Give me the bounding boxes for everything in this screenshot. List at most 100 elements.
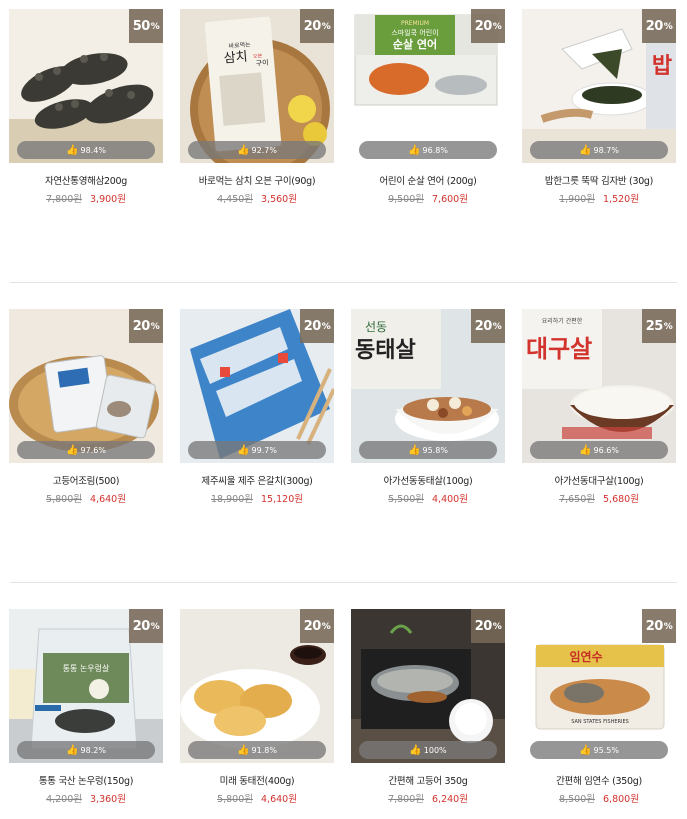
section-divider xyxy=(10,582,677,583)
svg-text:임연수: 임연수 xyxy=(569,649,602,664)
original-price: 18,900원 xyxy=(211,494,253,505)
sale-price: 3,560원 xyxy=(261,194,297,205)
like-rating: 👍 99.7% xyxy=(188,441,326,459)
product-title[interactable]: 바로먹는 삼치 오븐 구이(90g) xyxy=(180,173,334,187)
price-line: 5,800원 4,640원 xyxy=(180,791,334,805)
like-rating: 👍 100% xyxy=(359,741,497,759)
like-rating: 👍 97.6% xyxy=(17,441,155,459)
like-rating: 👍 95.8% xyxy=(359,441,497,459)
product-image[interactable]: PREMIUM 스마일쿡 어린이 순살 연어 20% 👍 96.8% xyxy=(351,9,505,163)
original-price: 4,450원 xyxy=(217,194,253,205)
thumbs-up-icon: 👍 xyxy=(579,744,592,756)
original-price: 5,800원 xyxy=(46,494,82,505)
sale-price: 1,520원 xyxy=(603,194,639,205)
product-image[interactable]: 20% 👍 99.7% xyxy=(180,309,334,463)
product-title[interactable]: 간편해 임연수 (350g) xyxy=(522,773,676,787)
like-rating: 👍 91.8% xyxy=(188,741,326,759)
sale-price: 4,640원 xyxy=(261,794,297,805)
thumbs-up-icon: 👍 xyxy=(579,444,592,456)
svg-text:동태살: 동태살 xyxy=(355,338,416,363)
discount-badge: 20% xyxy=(471,609,505,643)
discount-badge: 20% xyxy=(642,609,676,643)
product-title[interactable]: 미래 동태전(400g) xyxy=(180,773,334,787)
sale-price: 15,120원 xyxy=(261,494,303,505)
product-image[interactable]: 요리하기 간편한 대구살 25% 👍 96.6% xyxy=(522,309,676,463)
product-title[interactable]: 간편해 고등어 350g xyxy=(351,773,505,787)
original-price: 5,500원 xyxy=(388,494,424,505)
product-image[interactable]: 20% 👍 97.6% xyxy=(9,309,163,463)
product-title[interactable]: 통통 국산 논우렁(150g) xyxy=(9,773,163,787)
svg-text:스마일쿡 어린이: 스마일쿡 어린이 xyxy=(391,28,438,37)
original-price: 8,500원 xyxy=(559,794,595,805)
discount-badge: 20% xyxy=(129,609,163,643)
svg-text:순살 연어: 순살 연어 xyxy=(393,37,437,51)
thumbs-up-icon: 👍 xyxy=(408,144,421,156)
like-rating: 👍 98.4% xyxy=(17,141,155,159)
product-title[interactable]: 아가선동동태살(100g) xyxy=(351,473,505,487)
original-price: 5,800원 xyxy=(217,794,253,805)
product-title[interactable]: 밥한그릇 뚝딱 김자반 (30g) xyxy=(522,173,676,187)
product-title[interactable]: 어린이 순살 연어 (200g) xyxy=(351,173,505,187)
sale-price: 6,240원 xyxy=(432,794,468,805)
thumbs-up-icon: 👍 xyxy=(237,444,250,456)
sale-price: 4,400원 xyxy=(432,494,468,505)
discount-badge: 20% xyxy=(471,9,505,43)
price-line: 9,500원 7,600원 xyxy=(351,191,505,205)
like-rating: 👍 92.7% xyxy=(188,141,326,159)
product-image[interactable]: 바로먹는 삼치 오븐 구이 20% 👍 92.7% xyxy=(180,9,334,163)
price-line: 5,500원 4,400원 xyxy=(351,491,505,505)
product-title[interactable]: 제주씨울 제주 은갈치(300g) xyxy=(180,473,334,487)
svg-text:대구살: 대구살 xyxy=(526,335,592,363)
like-rating: 👍 96.8% xyxy=(359,141,497,159)
thumbs-up-icon: 👍 xyxy=(237,144,250,156)
thumbs-up-icon: 👍 xyxy=(237,744,250,756)
thumbs-up-icon: 👍 xyxy=(66,744,79,756)
product-image[interactable]: 통통 논우렁살 20% 👍 98.2% xyxy=(9,609,163,763)
like-rating: 👍 96.6% xyxy=(530,441,668,459)
discount-badge: 20% xyxy=(300,309,334,343)
discount-badge: 20% xyxy=(300,9,334,43)
thumbs-up-icon: 👍 xyxy=(66,144,79,156)
thumbs-up-icon: 👍 xyxy=(409,744,422,756)
price-line: 18,900원 15,120원 xyxy=(180,491,334,505)
svg-text:선동: 선동 xyxy=(365,320,387,334)
price-line: 7,800원 3,900원 xyxy=(9,191,163,205)
like-rating: 👍 95.5% xyxy=(530,741,668,759)
sale-price: 7,600원 xyxy=(432,194,468,205)
product-row-2: 20% 👍 97.6% 고등어조림(500) 5,800원 4,640원 20% 👍… xyxy=(0,309,687,519)
product-title[interactable]: 자연산통영해삼200g xyxy=(9,173,163,187)
sale-price: 5,680원 xyxy=(603,494,639,505)
original-price: 7,800원 xyxy=(388,794,424,805)
price-line: 7,800원 6,240원 xyxy=(351,791,505,805)
svg-text:구이: 구이 xyxy=(255,58,269,68)
original-price: 7,650원 xyxy=(559,494,595,505)
product-title[interactable]: 아가선동대구살(100g) xyxy=(522,473,676,487)
original-price: 9,500원 xyxy=(388,194,424,205)
discount-badge: 20% xyxy=(129,309,163,343)
discount-badge: 20% xyxy=(471,309,505,343)
product-row-1: 50% 👍 98.4% 자연산통영해삼200g 7,800원 3,900원 바로먹는… xyxy=(0,9,687,219)
sale-price: 3,900원 xyxy=(90,194,126,205)
sale-price: 4,640원 xyxy=(90,494,126,505)
sale-price: 3,360원 xyxy=(90,794,126,805)
product-row-3: 통통 논우렁살 20% 👍 98.2% 통통 국산 논우렁(150g) 4,200… xyxy=(0,609,687,819)
svg-text:통통 논우렁살: 통통 논우렁살 xyxy=(63,664,110,673)
svg-text:요리하기 간편한: 요리하기 간편한 xyxy=(542,317,583,325)
svg-text:밥: 밥 xyxy=(652,54,672,79)
product-image[interactable]: 임연수 SAN STATES FISHERIES 20% 👍 95.5% xyxy=(522,609,676,763)
price-line: 4,450원 3,560원 xyxy=(180,191,334,205)
product-image[interactable]: 선동 동태살 20% 👍 95.8% xyxy=(351,309,505,463)
like-rating: 👍 98.7% xyxy=(530,141,668,159)
product-image[interactable]: 20% 👍 91.8% xyxy=(180,609,334,763)
price-line: 4,200원 3,360원 xyxy=(9,791,163,805)
svg-text:삼치: 삼치 xyxy=(223,50,248,67)
svg-text:SAN STATES FISHERIES: SAN STATES FISHERIES xyxy=(571,719,629,725)
product-image[interactable]: 밥 20% 👍 98.7% xyxy=(522,9,676,163)
product-image[interactable]: 50% 👍 98.4% xyxy=(9,9,163,163)
product-image[interactable]: 20% 👍 100% xyxy=(351,609,505,763)
price-line: 8,500원 6,800원 xyxy=(522,791,676,805)
product-title[interactable]: 고등어조림(500) xyxy=(9,473,163,487)
original-price: 1,900원 xyxy=(559,194,595,205)
price-line: 7,650원 5,680원 xyxy=(522,491,676,505)
discount-badge: 20% xyxy=(300,609,334,643)
